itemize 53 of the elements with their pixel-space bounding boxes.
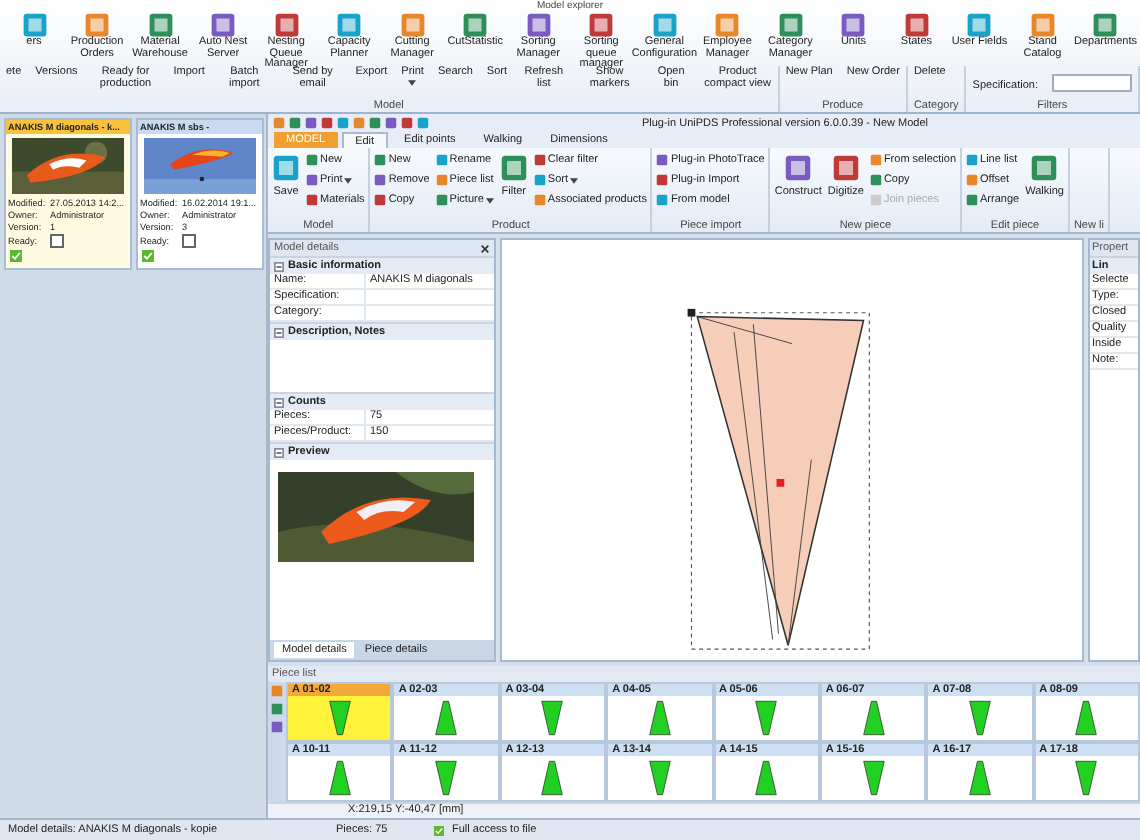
tile-icon [525,12,552,38]
checkbox[interactable] [182,234,196,248]
tile-icon [651,12,678,38]
check-icon [10,250,22,262]
tile-icon [869,194,882,206]
check-icon [142,250,154,262]
tile-icon [306,194,318,206]
tile-icon [374,154,387,166]
tile-icon [84,12,111,38]
tile-icon [784,154,813,182]
center-marker [776,479,785,487]
tile-icon [306,154,318,166]
tile-icon [656,154,669,166]
tile-icon [21,12,47,38]
tile-icon [1029,12,1056,38]
tile-icon [1092,12,1119,38]
checkbox[interactable] [50,234,64,248]
tile-icon [533,174,546,186]
tile-icon [336,12,363,38]
tile-icon [273,12,300,38]
tile-icon [435,154,448,166]
input-field[interactable] [1052,74,1132,92]
tile-icon [588,12,615,38]
tile-icon [533,154,546,166]
tile-icon [714,12,741,38]
tile-icon [966,12,993,38]
tile-icon [903,12,930,38]
tile-icon [147,12,174,38]
tile-icon [656,194,669,206]
tile-icon [777,12,804,38]
tile-icon [374,174,387,186]
tile-icon [306,174,318,186]
close-icon[interactable] [480,243,490,253]
tile-icon [656,174,669,186]
tile-icon [272,154,300,182]
tile-icon [374,194,387,206]
tile-icon [966,174,979,186]
tile-icon [869,154,882,166]
tile-icon [499,154,528,182]
tile-icon [462,12,489,38]
tile-icon [210,12,237,38]
tile-icon [1030,154,1059,182]
tile-icon [533,194,546,206]
tile-icon [399,12,426,38]
tile-icon [966,154,979,166]
check-icon [434,825,444,835]
tile-icon [831,154,860,182]
tile-icon [966,194,979,206]
tile-icon [435,194,448,206]
tile-icon [869,174,882,186]
tile-icon [435,174,448,186]
resize-handle[interactable] [687,308,696,317]
tile-icon [840,12,867,38]
